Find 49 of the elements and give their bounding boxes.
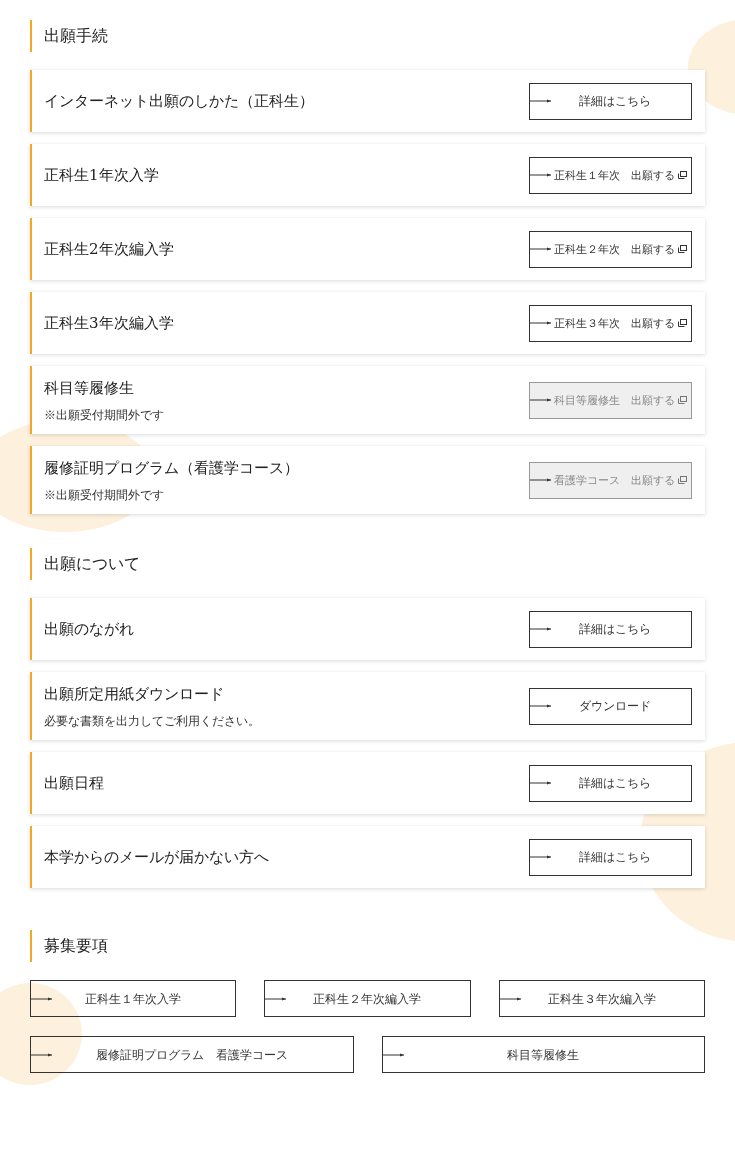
arrow-icon bbox=[31, 996, 53, 1001]
external-window-icon bbox=[678, 171, 687, 179]
detail-button[interactable]: 正科生１年次 出願する bbox=[529, 156, 692, 194]
detail-button[interactable]: 詳細はこちら bbox=[529, 82, 692, 120]
item-note: ※出願受付期間外です bbox=[44, 408, 164, 422]
section-heading: 出願について bbox=[30, 548, 705, 580]
arrow-icon bbox=[530, 98, 552, 104]
detail-button[interactable]: 正科生３年次 出願する bbox=[529, 304, 692, 342]
item-title: 本学からのメールが届かない方へ bbox=[44, 847, 269, 867]
item-title: 科目等履修生 bbox=[44, 378, 135, 398]
guideline-link[interactable]: 正科生１年次入学 bbox=[30, 980, 237, 1017]
arrow-icon bbox=[530, 703, 552, 709]
arrow-icon bbox=[530, 246, 552, 252]
item-note: ※出願受付期間外です bbox=[44, 488, 165, 502]
item-title: 出願所定用紙ダウンロード bbox=[44, 684, 225, 704]
arrow-icon bbox=[530, 172, 552, 178]
detail-button[interactable]: 詳細はこちら bbox=[529, 764, 692, 802]
guideline-link[interactable]: 履修証明プログラム 看護学コース bbox=[30, 1036, 354, 1073]
arrow-icon bbox=[530, 320, 552, 326]
detail-button[interactable]: 詳細はこちら bbox=[529, 838, 692, 876]
section-heading: 出願手続 bbox=[30, 20, 705, 52]
item-title: 出願日程 bbox=[44, 773, 104, 793]
arrow-icon bbox=[31, 1052, 53, 1057]
arrow-icon bbox=[530, 854, 552, 860]
external-window-icon bbox=[678, 319, 687, 327]
external-window-icon bbox=[678, 476, 687, 484]
detail-button[interactable]: ダウンロード bbox=[529, 687, 692, 725]
section-heading: 募集要項 bbox=[30, 930, 705, 962]
item-note: 必要な書類を出力してご利用ください。 bbox=[44, 714, 260, 728]
guideline-link[interactable]: 科目等履修生 bbox=[381, 1036, 705, 1073]
item-title: 正科生2年次編入学 bbox=[44, 239, 174, 259]
arrow-icon bbox=[499, 996, 522, 1001]
item-title: 履修証明プログラム（看護学コース） bbox=[44, 458, 299, 478]
external-window-icon bbox=[678, 245, 687, 253]
arrow-icon bbox=[530, 397, 552, 403]
arrow-icon bbox=[265, 996, 288, 1001]
item-title: 出願のながれ bbox=[44, 619, 134, 639]
detail-button[interactable]: 詳細はこちら bbox=[529, 610, 692, 648]
item-title: インターネット出願のしかた（正科生） bbox=[44, 91, 314, 111]
detail-button[interactable]: 正科生２年次 出願する bbox=[529, 230, 692, 268]
guideline-link[interactable]: 正科生３年次編入学 bbox=[498, 980, 705, 1017]
arrow-icon bbox=[382, 1052, 405, 1057]
item-title: 正科生3年次編入学 bbox=[44, 313, 174, 333]
external-window-icon bbox=[678, 396, 687, 404]
guideline-link[interactable]: 正科生２年次編入学 bbox=[264, 980, 471, 1017]
item-title: 正科生1年次入学 bbox=[44, 165, 159, 185]
arrow-icon bbox=[530, 477, 552, 483]
arrow-icon bbox=[530, 626, 552, 632]
arrow-icon bbox=[530, 780, 552, 786]
